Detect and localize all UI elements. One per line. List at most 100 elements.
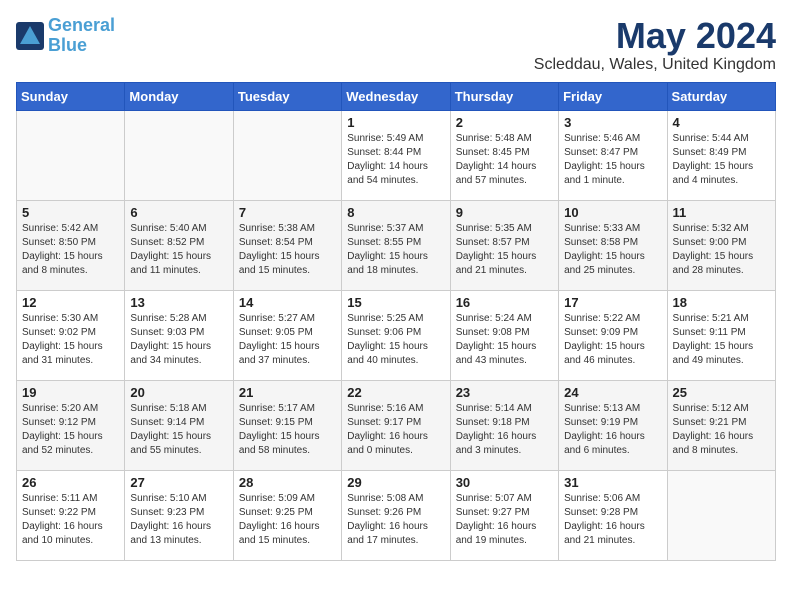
day-number: 9: [456, 205, 553, 220]
day-cell: 6Sunrise: 5:40 AM Sunset: 8:52 PM Daylig…: [125, 200, 233, 290]
day-cell: 14 Sunrise: 5:27 AM Sunset: 9:05 PM Dayli…: [233, 290, 341, 380]
day-number: 18: [673, 295, 770, 310]
logo-line1: General: [48, 15, 115, 35]
day-number: 26: [22, 475, 119, 490]
day-cell: [17, 110, 125, 200]
day-number: 4: [673, 115, 770, 130]
day-cell: [125, 110, 233, 200]
day-cell: [667, 470, 775, 560]
header-cell-monday: Monday: [125, 82, 233, 110]
day-info: Sunrise: 5:48 AM Sunset: 8:45 PM Dayligh…: [456, 132, 553, 188]
day-info: Sunrise: 5:11 AM Sunset: 9:22 PM Dayligh…: [22, 492, 119, 548]
day-cell: 3 Sunrise: 5:46 AM Sunset: 8:47 PM Daylig…: [559, 110, 667, 200]
day-cell: 1 Sunrise: 5:49 AM Sunset: 8:44 PM Daylig…: [342, 110, 450, 200]
day-info: Sunrise: 5:20 AM Sunset: 9:12 PM Dayligh…: [22, 402, 119, 458]
day-number: 23: [456, 385, 553, 400]
day-number: 17: [564, 295, 661, 310]
calendar-title: May 2024: [534, 16, 776, 56]
header-cell-saturday: Saturday: [667, 82, 775, 110]
day-info: Sunrise: 5:10 AM Sunset: 9:23 PM Dayligh…: [130, 492, 227, 548]
day-info: Sunrise: 5:42 AM Sunset: 8:50 PM Dayligh…: [22, 222, 119, 278]
day-info: Sunrise: 5:38 AM Sunset: 8:54 PM Dayligh…: [239, 222, 336, 278]
day-number: 20: [130, 385, 227, 400]
logo-line2: Blue: [48, 35, 87, 55]
day-info: Sunrise: 5:27 AM Sunset: 9:05 PM Dayligh…: [239, 312, 336, 368]
day-cell: 8 Sunrise: 5:37 AM Sunset: 8:55 PM Daylig…: [342, 200, 450, 290]
day-info: Sunrise: 5:44 AM Sunset: 8:49 PM Dayligh…: [673, 132, 770, 188]
week-row-3: 12Sunrise: 5:30 AM Sunset: 9:02 PM Dayli…: [17, 290, 776, 380]
day-info: Sunrise: 5:18 AM Sunset: 9:14 PM Dayligh…: [130, 402, 227, 458]
day-cell: 15 Sunrise: 5:25 AM Sunset: 9:06 PM Dayli…: [342, 290, 450, 380]
day-cell: 4 Sunrise: 5:44 AM Sunset: 8:49 PM Daylig…: [667, 110, 775, 200]
day-number: 1: [347, 115, 444, 130]
day-number: 15: [347, 295, 444, 310]
day-number: 3: [564, 115, 661, 130]
header-cell-friday: Friday: [559, 82, 667, 110]
day-info: Sunrise: 5:35 AM Sunset: 8:57 PM Dayligh…: [456, 222, 553, 278]
day-number: 21: [239, 385, 336, 400]
day-info: Sunrise: 5:28 AM Sunset: 9:03 PM Dayligh…: [130, 312, 227, 368]
day-cell: 30Sunrise: 5:07 AM Sunset: 9:27 PM Dayli…: [450, 470, 558, 560]
day-number: 14: [239, 295, 336, 310]
header: General Blue May 2024 Scleddau, Wales, U…: [16, 16, 776, 74]
day-number: 27: [130, 475, 227, 490]
day-info: Sunrise: 5:06 AM Sunset: 9:28 PM Dayligh…: [564, 492, 661, 548]
day-number: 5: [22, 205, 119, 220]
week-row-4: 19Sunrise: 5:20 AM Sunset: 9:12 PM Dayli…: [17, 380, 776, 470]
day-number: 28: [239, 475, 336, 490]
week-row-2: 5 Sunrise: 5:42 AM Sunset: 8:50 PM Daylig…: [17, 200, 776, 290]
day-cell: 16 Sunrise: 5:24 AM Sunset: 9:08 PM Dayli…: [450, 290, 558, 380]
week-row-5: 26 Sunrise: 5:11 AM Sunset: 9:22 PM Dayli…: [17, 470, 776, 560]
day-number: 7: [239, 205, 336, 220]
day-cell: 11Sunrise: 5:32 AM Sunset: 9:00 PM Dayli…: [667, 200, 775, 290]
day-info: Sunrise: 5:21 AM Sunset: 9:11 PM Dayligh…: [673, 312, 770, 368]
day-cell: 23 Sunrise: 5:14 AM Sunset: 9:18 PM Dayli…: [450, 380, 558, 470]
day-cell: 18 Sunrise: 5:21 AM Sunset: 9:11 PM Dayli…: [667, 290, 775, 380]
day-info: Sunrise: 5:37 AM Sunset: 8:55 PM Dayligh…: [347, 222, 444, 278]
day-info: Sunrise: 5:32 AM Sunset: 9:00 PM Dayligh…: [673, 222, 770, 278]
day-number: 12: [22, 295, 119, 310]
day-info: Sunrise: 5:49 AM Sunset: 8:44 PM Dayligh…: [347, 132, 444, 188]
day-info: Sunrise: 5:14 AM Sunset: 9:18 PM Dayligh…: [456, 402, 553, 458]
header-row: SundayMondayTuesdayWednesdayThursdayFrid…: [17, 82, 776, 110]
day-info: Sunrise: 5:17 AM Sunset: 9:15 PM Dayligh…: [239, 402, 336, 458]
logo-icon: [16, 22, 44, 50]
day-number: 31: [564, 475, 661, 490]
calendar-table: SundayMondayTuesdayWednesdayThursdayFrid…: [16, 82, 776, 561]
day-cell: 17 Sunrise: 5:22 AM Sunset: 9:09 PM Dayli…: [559, 290, 667, 380]
day-info: Sunrise: 5:25 AM Sunset: 9:06 PM Dayligh…: [347, 312, 444, 368]
day-info: Sunrise: 5:16 AM Sunset: 9:17 PM Dayligh…: [347, 402, 444, 458]
day-cell: 12Sunrise: 5:30 AM Sunset: 9:02 PM Dayli…: [17, 290, 125, 380]
header-cell-tuesday: Tuesday: [233, 82, 341, 110]
header-cell-wednesday: Wednesday: [342, 82, 450, 110]
day-cell: 22Sunrise: 5:16 AM Sunset: 9:17 PM Dayli…: [342, 380, 450, 470]
title-area: May 2024 Scleddau, Wales, United Kingdom: [534, 16, 776, 74]
day-info: Sunrise: 5:46 AM Sunset: 8:47 PM Dayligh…: [564, 132, 661, 188]
header-cell-sunday: Sunday: [17, 82, 125, 110]
day-cell: 24Sunrise: 5:13 AM Sunset: 9:19 PM Dayli…: [559, 380, 667, 470]
day-info: Sunrise: 5:07 AM Sunset: 9:27 PM Dayligh…: [456, 492, 553, 548]
day-info: Sunrise: 5:13 AM Sunset: 9:19 PM Dayligh…: [564, 402, 661, 458]
day-number: 2: [456, 115, 553, 130]
day-cell: 29Sunrise: 5:08 AM Sunset: 9:26 PM Dayli…: [342, 470, 450, 560]
day-number: 8: [347, 205, 444, 220]
day-info: Sunrise: 5:33 AM Sunset: 8:58 PM Dayligh…: [564, 222, 661, 278]
day-info: Sunrise: 5:22 AM Sunset: 9:09 PM Dayligh…: [564, 312, 661, 368]
day-number: 13: [130, 295, 227, 310]
day-cell: 27 Sunrise: 5:10 AM Sunset: 9:23 PM Dayli…: [125, 470, 233, 560]
day-number: 10: [564, 205, 661, 220]
day-number: 6: [130, 205, 227, 220]
day-cell: 31 Sunrise: 5:06 AM Sunset: 9:28 PM Dayli…: [559, 470, 667, 560]
day-cell: 21 Sunrise: 5:17 AM Sunset: 9:15 PM Dayli…: [233, 380, 341, 470]
day-cell: 13 Sunrise: 5:28 AM Sunset: 9:03 PM Dayli…: [125, 290, 233, 380]
calendar-subtitle: Scleddau, Wales, United Kingdom: [534, 56, 776, 74]
day-cell: 9 Sunrise: 5:35 AM Sunset: 8:57 PM Daylig…: [450, 200, 558, 290]
day-info: Sunrise: 5:24 AM Sunset: 9:08 PM Dayligh…: [456, 312, 553, 368]
day-cell: 2 Sunrise: 5:48 AM Sunset: 8:45 PM Daylig…: [450, 110, 558, 200]
logo: General Blue: [16, 16, 115, 56]
day-cell: 7 Sunrise: 5:38 AM Sunset: 8:54 PM Daylig…: [233, 200, 341, 290]
day-number: 16: [456, 295, 553, 310]
logo-text: General Blue: [48, 16, 115, 56]
day-cell: 5 Sunrise: 5:42 AM Sunset: 8:50 PM Daylig…: [17, 200, 125, 290]
day-cell: 25Sunrise: 5:12 AM Sunset: 9:21 PM Dayli…: [667, 380, 775, 470]
